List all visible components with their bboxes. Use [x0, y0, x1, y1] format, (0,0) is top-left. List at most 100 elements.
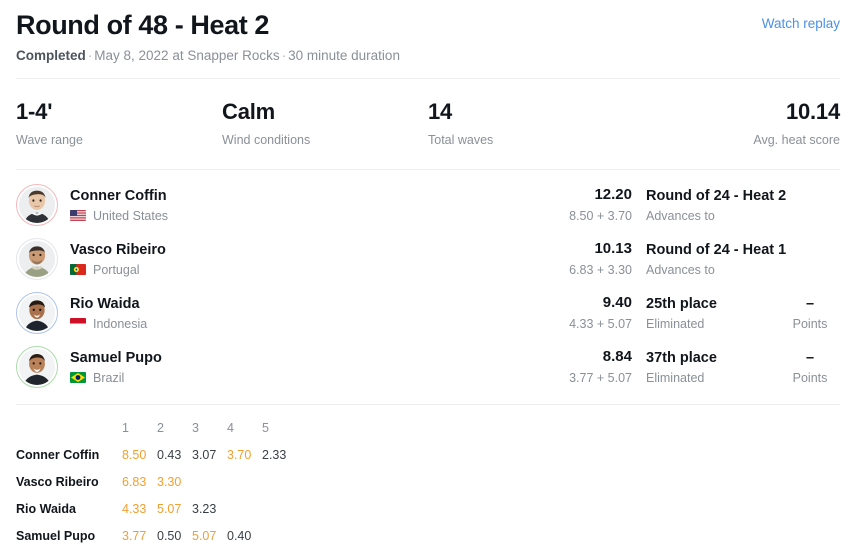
athlete-row[interactable]: Vasco Ribeiro Portugal 10.13 6.83 + 3.30…: [16, 232, 840, 286]
wave-score-cell: 5.07: [192, 529, 217, 544]
points-value: –: [805, 349, 815, 366]
wave-score-cell-empty: [190, 469, 225, 496]
stat-label: Wind conditions: [222, 132, 311, 147]
points-label: Points: [792, 316, 828, 331]
table-row: Samuel Pupo 3.77 0.50 5.07 0.40: [16, 523, 295, 549]
athlete-row[interactable]: Rio Waida Indonesia 9.40 4.33 + 5.07 25t…: [16, 286, 840, 340]
table-row: Vasco Ribeiro 6.83 3.30: [16, 469, 295, 496]
athlete-country: United States: [70, 209, 320, 223]
stat-wind-conditions: Calm Wind conditions: [222, 99, 428, 146]
total-score: 12.20: [594, 186, 632, 204]
athlete-identity: Rio Waida Indonesia: [70, 295, 320, 331]
waves-table: 1 2 3 4 5 Conner Coffin 8.50 0.43 3.07 3…: [16, 415, 295, 549]
wave-score-cell: 6.83: [122, 475, 147, 490]
wave-score-cell: 0.43: [157, 448, 182, 463]
wave-scores-table: 1 2 3 4 5 Conner Coffin 8.50 0.43 3.07 3…: [16, 405, 840, 549]
meta-separator-1: ·: [87, 48, 93, 64]
athlete-row[interactable]: Samuel Pupo Brazil 8.84 3.77 + 5.07 37th…: [16, 340, 840, 394]
athlete-score: 9.40 4.33 + 5.07: [514, 294, 632, 331]
total-score: 10.13: [594, 240, 632, 258]
avatar-ring: [16, 237, 58, 280]
wave-score-cell: 0.40: [227, 529, 252, 544]
avatar: [19, 186, 55, 223]
table-row: Rio Waida 4.33 5.07 3.23: [16, 496, 295, 523]
avatar: [19, 348, 55, 385]
athlete-points: – Points: [780, 295, 840, 331]
score-breakdown: 6.83 + 3.30: [569, 263, 632, 277]
result-title: 25th place: [646, 295, 717, 312]
wave-score-cell-empty: [225, 496, 260, 523]
points-label: Points: [792, 370, 828, 385]
athlete-identity: Samuel Pupo Brazil: [70, 349, 320, 385]
stat-label: Total waves: [428, 132, 494, 147]
athlete-name: Samuel Pupo: [70, 349, 162, 366]
result-subtitle: Eliminated: [646, 316, 705, 331]
avatar-ring: [16, 183, 58, 226]
avatar: [19, 240, 55, 277]
athlete-name: Vasco Ribeiro: [70, 241, 166, 258]
stat-total-waves: 14 Total waves: [428, 99, 634, 146]
wave-column-header: 3: [192, 421, 199, 436]
table-row: Conner Coffin 8.50 0.43 3.07 3.70 2.33: [16, 442, 295, 469]
heat-date-location: May 8, 2022 at Snapper Rocks: [94, 48, 280, 64]
result-subtitle: Advances to: [646, 262, 715, 277]
wave-score-cell: 3.07: [192, 448, 217, 463]
wave-score-cell: 8.50: [122, 448, 147, 463]
stat-avg-heat-score: 10.14 Avg. heat score: [634, 99, 840, 146]
wave-score-cell: 3.70: [227, 448, 252, 463]
page-title: Round of 48 - Heat 2: [16, 10, 270, 40]
waves-header-row: 1 2 3 4 5: [16, 415, 295, 442]
wave-score-cell: 5.07: [157, 502, 182, 517]
watch-replay-link[interactable]: Watch replay: [762, 16, 840, 31]
avatar-ring: [16, 291, 58, 334]
result-subtitle: Advances to: [646, 208, 715, 223]
athlete-country: Indonesia: [70, 317, 320, 331]
heat-meta-line: Completed · May 8, 2022 at Snapper Rocks · 3…: [16, 48, 840, 64]
pt-flag-icon: [70, 264, 86, 276]
wave-row-name: Vasco Ribeiro: [16, 475, 99, 490]
waves-table-body: Conner Coffin 8.50 0.43 3.07 3.70 2.33 V…: [16, 442, 295, 549]
wave-row-name: Conner Coffin: [16, 448, 100, 463]
wave-score-cell: 2.33: [262, 448, 287, 463]
score-breakdown: 4.33 + 5.07: [569, 317, 632, 331]
stat-value: 14: [428, 99, 453, 125]
stat-value: 10.14: [785, 99, 840, 125]
athlete-list: Conner Coffin United States 12.20 8.50 +…: [16, 170, 840, 404]
stat-value: 1-4': [16, 99, 53, 125]
avatar: [19, 294, 55, 331]
heat-header: Round of 48 - Heat 2 Completed · May 8, 20…: [16, 0, 840, 78]
country-name: United States: [93, 208, 169, 223]
total-score: 8.84: [602, 348, 632, 366]
wave-column-header: 2: [157, 421, 164, 436]
stat-value: Calm: [222, 99, 275, 125]
result-subtitle: Eliminated: [646, 370, 705, 385]
athlete-name: Rio Waida: [70, 295, 140, 312]
status-badge: Completed: [16, 48, 86, 64]
wave-score-cell-empty: [260, 469, 295, 496]
athlete-result: Round of 24 - Heat 1 Advances to: [646, 241, 786, 277]
athlete-identity: Conner Coffin United States: [70, 187, 320, 223]
stat-label: Avg. heat score: [753, 132, 840, 147]
wave-score-cell-empty: [260, 523, 295, 549]
athlete-score: 10.13 6.83 + 3.30: [514, 240, 632, 277]
country-name: Indonesia: [93, 316, 148, 331]
country-name: Brazil: [93, 370, 125, 385]
id-flag-icon: [70, 318, 86, 330]
heat-stats: 1-4' Wave range Calm Wind conditions 14 …: [16, 79, 840, 168]
country-name: Portugal: [93, 262, 140, 277]
athlete-country: Brazil: [70, 371, 320, 385]
wave-score-cell: 0.50: [157, 529, 182, 544]
total-score: 9.40: [602, 294, 632, 312]
result-title: 37th place: [646, 349, 717, 366]
result-title: Round of 24 - Heat 2: [646, 187, 787, 204]
score-breakdown: 3.77 + 5.07: [569, 371, 632, 385]
heat-duration: 30 minute duration: [288, 48, 400, 64]
wave-column-header: 5: [262, 421, 269, 436]
br-flag-icon: [70, 372, 86, 384]
heat-results-page: Round of 48 - Heat 2 Completed · May 8, 20…: [0, 0, 856, 549]
athlete-row[interactable]: Conner Coffin United States 12.20 8.50 +…: [16, 178, 840, 232]
wave-column-header: 4: [227, 421, 234, 436]
wave-row-name: Samuel Pupo: [16, 529, 96, 544]
athlete-name: Conner Coffin: [70, 187, 167, 204]
score-breakdown: 8.50 + 3.70: [569, 209, 632, 223]
